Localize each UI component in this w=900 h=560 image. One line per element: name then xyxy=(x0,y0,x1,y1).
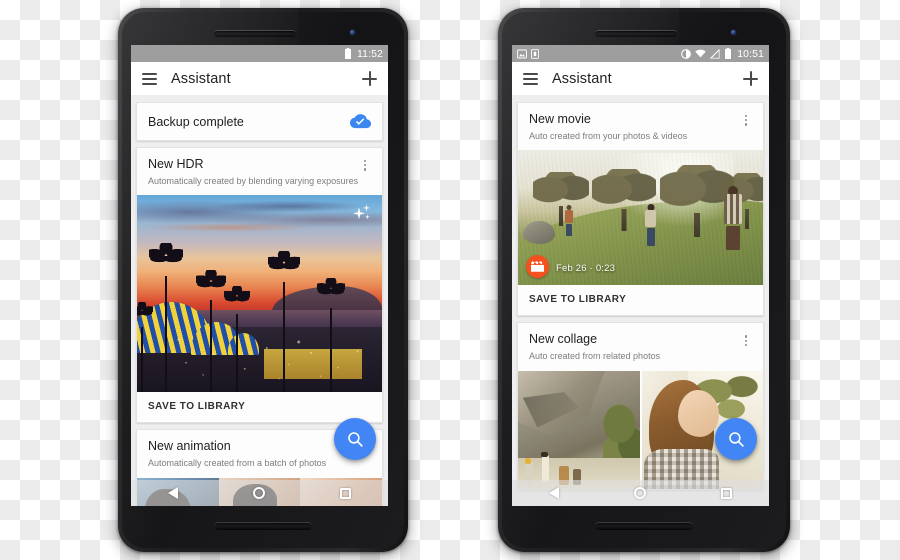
card-backup-complete[interactable]: Backup complete xyxy=(136,102,383,141)
movie-date-duration: Feb 26 · 0:23 xyxy=(556,263,616,275)
card-new-collage[interactable]: New collage Auto created from related ph… xyxy=(517,322,764,490)
phone-device-left: 11:52 Assistant Backup complete New HDR … xyxy=(118,8,408,552)
save-to-library-button-hdr[interactable]: SAVE TO LIBRARY xyxy=(137,392,382,423)
earpiece-speaker-left xyxy=(214,30,296,37)
status-clock-left: 11:52 xyxy=(357,47,383,60)
wifi-icon xyxy=(695,49,706,58)
app-bar-left: Assistant xyxy=(131,62,388,95)
plus-icon[interactable] xyxy=(743,71,758,86)
photo-icon xyxy=(517,49,527,58)
sim-card-icon xyxy=(531,48,539,59)
front-camera-left xyxy=(350,30,355,35)
phone-screen-right: 10:51 Assistant New movie Auto created f… xyxy=(512,45,769,506)
more-vert-icon[interactable] xyxy=(740,112,752,126)
android-nav-bar-right[interactable] xyxy=(512,480,769,506)
card-new-movie[interactable]: New movie Auto created from your photos … xyxy=(517,102,764,317)
phone-screen-left: 11:52 Assistant Backup complete New HDR … xyxy=(131,45,388,506)
hiker-figure xyxy=(723,185,742,250)
card-subtitle-movie: Auto created from your photos & videos xyxy=(529,130,688,141)
search-fab-left[interactable] xyxy=(334,418,376,460)
signal-off-icon xyxy=(710,48,720,59)
more-vert-icon[interactable] xyxy=(359,157,371,171)
app-title-right: Assistant xyxy=(552,70,612,87)
battery-icon xyxy=(725,48,732,59)
back-triangle-icon[interactable] xyxy=(549,487,560,499)
more-vert-icon[interactable] xyxy=(740,332,752,346)
front-camera-right xyxy=(731,30,736,35)
do-not-disturb-icon xyxy=(681,48,692,59)
android-nav-bar-left[interactable] xyxy=(131,480,388,506)
hiker-figure xyxy=(645,203,657,246)
status-bar-left: 11:52 xyxy=(131,45,388,62)
search-fab-right[interactable] xyxy=(715,418,757,460)
home-circle-icon[interactable] xyxy=(252,487,265,499)
card-header-collage: New collage Auto created from related ph… xyxy=(518,323,763,370)
hamburger-menu-icon[interactable] xyxy=(142,72,157,85)
search-icon xyxy=(728,431,744,447)
photo-movie-hikers[interactable]: Feb 26 · 0:23 xyxy=(518,150,763,286)
card-subtitle-collage: Auto created from related photos xyxy=(529,351,661,362)
sparkle-icon xyxy=(353,204,373,222)
app-title-left: Assistant xyxy=(171,70,231,87)
hamburger-menu-icon[interactable] xyxy=(523,72,538,85)
plus-icon[interactable] xyxy=(362,71,377,86)
status-bar-right: 10:51 xyxy=(512,45,769,62)
phone-device-right: 10:51 Assistant New movie Auto created f… xyxy=(498,8,790,552)
collage-photo-climbers[interactable] xyxy=(518,370,640,489)
backup-complete-label: Backup complete xyxy=(148,114,244,129)
save-to-library-button-movie[interactable]: SAVE TO LIBRARY xyxy=(518,285,763,316)
home-circle-icon[interactable] xyxy=(633,487,646,499)
card-title-hdr: New HDR xyxy=(148,157,204,171)
search-icon xyxy=(347,431,363,447)
oak-tree xyxy=(532,172,589,227)
bottom-speaker-left xyxy=(214,522,312,530)
bottom-speaker-right xyxy=(595,522,693,530)
city-lights xyxy=(137,331,382,393)
card-header-movie: New movie Auto created from your photos … xyxy=(518,103,763,150)
photo-hdr-sunset[interactable] xyxy=(137,195,382,393)
card-subtitle-animation: Automatically created from a batch of ph… xyxy=(148,458,327,469)
recents-square-icon[interactable] xyxy=(720,487,732,499)
card-header-hdr: New HDR Automatically created by blendin… xyxy=(137,148,382,195)
recents-square-icon[interactable] xyxy=(339,487,351,499)
card-new-hdr[interactable]: New HDR Automatically created by blendin… xyxy=(136,147,383,424)
back-triangle-icon[interactable] xyxy=(168,487,179,499)
card-title-collage: New collage xyxy=(529,332,598,347)
status-clock-right: 10:51 xyxy=(737,47,764,60)
app-bar-right: Assistant xyxy=(512,62,769,95)
battery-icon xyxy=(345,48,351,59)
earpiece-speaker-right xyxy=(595,30,677,37)
hiker-figure xyxy=(564,204,573,236)
card-title-movie: New movie xyxy=(529,112,591,126)
card-subtitle-hdr: Automatically created by blending varyin… xyxy=(148,175,359,186)
cloud-done-icon xyxy=(350,114,371,129)
